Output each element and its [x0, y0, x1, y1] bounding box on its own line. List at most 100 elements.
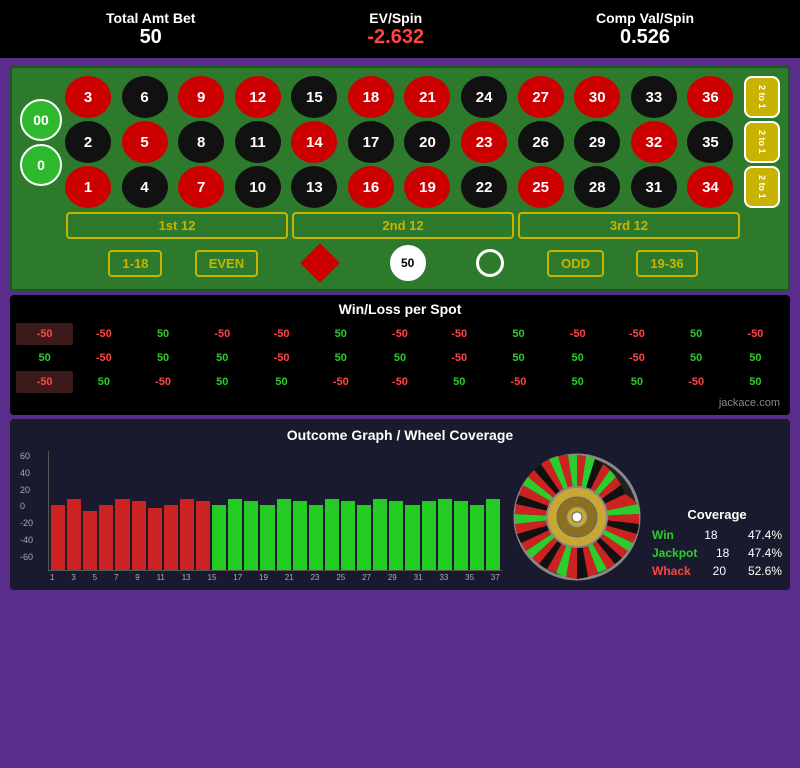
wl-r1c8: -50: [431, 323, 488, 345]
wl-r1c10: -50: [549, 323, 606, 345]
wl-r1c9: 50: [490, 323, 547, 345]
wl-r2c9: 50: [490, 347, 547, 369]
bar-9: [180, 499, 194, 570]
bar-2: [67, 499, 81, 570]
num-7[interactable]: 7: [178, 166, 224, 208]
outcome-title: Outcome Graph / Wheel Coverage: [18, 427, 782, 443]
bar-5: [115, 499, 129, 570]
num-16[interactable]: 16: [348, 166, 394, 208]
bet-odd[interactable]: ODD: [547, 250, 604, 277]
wl-r1c13: -50: [727, 323, 784, 345]
num-4[interactable]: 4: [122, 166, 168, 208]
bet-19-36[interactable]: 19-36: [636, 250, 697, 277]
num-30[interactable]: 30: [574, 76, 620, 118]
bet-even[interactable]: EVEN: [195, 250, 258, 277]
num-34[interactable]: 34: [687, 166, 733, 208]
roulette-wheel: [512, 452, 642, 582]
two-to-one-bot[interactable]: 2 to 1: [744, 166, 780, 208]
wl-r2c1: 50: [16, 347, 73, 369]
bar-13: [244, 501, 258, 570]
wl-r3c1: -50: [16, 371, 73, 393]
num-13[interactable]: 13: [291, 166, 337, 208]
num-17[interactable]: 17: [348, 121, 394, 163]
jackace-label: jackace.com: [16, 397, 784, 409]
two-to-one-mid[interactable]: 2 to 1: [744, 121, 780, 163]
num-20[interactable]: 20: [404, 121, 450, 163]
bar-19: [341, 501, 355, 570]
win-loss-section: Win/Loss per Spot -50 -50 50 -50 -50 50 …: [10, 295, 790, 415]
wl-r3c3: -50: [134, 371, 191, 393]
coverage-whack-count: 20: [713, 564, 726, 578]
num-12[interactable]: 12: [235, 76, 281, 118]
num-6[interactable]: 6: [122, 76, 168, 118]
roulette-table: 00 0 3 6 9 12 15 18 21 24 27 30 33 36 2 …: [10, 66, 790, 291]
wl-r3c7: -50: [371, 371, 428, 393]
red-diamond[interactable]: [301, 243, 341, 283]
num-29[interactable]: 29: [574, 121, 620, 163]
num-18[interactable]: 18: [348, 76, 394, 118]
bar-21: [373, 499, 387, 570]
coverage-whack-pct: 52.6%: [748, 564, 782, 578]
comp-val-section: Comp Val/Spin 0.526: [596, 10, 694, 49]
bet-1-18[interactable]: 1-18: [108, 250, 162, 277]
coverage-jackpot-row: Jackpot 18 47.4%: [652, 546, 782, 560]
bar-18: [325, 499, 339, 570]
coverage-title: Coverage: [652, 507, 782, 522]
bar-20: [357, 505, 371, 570]
num-15[interactable]: 15: [291, 76, 337, 118]
num-28[interactable]: 28: [574, 166, 620, 208]
zero-0[interactable]: 0: [20, 144, 62, 186]
num-31[interactable]: 31: [631, 166, 677, 208]
bar-1: [51, 505, 65, 570]
bar-7: [148, 508, 162, 570]
num-14[interactable]: 14: [291, 121, 337, 163]
num-35[interactable]: 35: [687, 121, 733, 163]
wl-r2c6: 50: [312, 347, 369, 369]
third-dozen[interactable]: 3rd 12: [518, 212, 740, 239]
coverage-win-label: Win: [652, 528, 674, 542]
num-22[interactable]: 22: [461, 166, 507, 208]
bar-12: [228, 499, 242, 570]
num-32[interactable]: 32: [631, 121, 677, 163]
num-21[interactable]: 21: [404, 76, 450, 118]
two-to-one-col: 2 to 1 2 to 1 2 to 1: [744, 76, 780, 208]
coverage-jackpot-pct: 47.4%: [748, 546, 782, 560]
num-9[interactable]: 9: [178, 76, 224, 118]
bar-28: [486, 499, 500, 570]
num-24[interactable]: 24: [461, 76, 507, 118]
num-1[interactable]: 1: [65, 166, 111, 208]
num-2[interactable]: 2: [65, 121, 111, 163]
num-11[interactable]: 11: [235, 121, 281, 163]
zero-00[interactable]: 00: [20, 99, 62, 141]
bottom-bets: 1-18 EVEN 50 ODD 19-36: [20, 245, 780, 281]
total-amt-bet-section: Total Amt Bet 50: [106, 10, 195, 49]
outcome-content: 6040200-20-40-60: [18, 451, 782, 582]
num-5[interactable]: 5: [122, 121, 168, 163]
first-dozen[interactable]: 1st 12: [66, 212, 288, 239]
num-8[interactable]: 8: [178, 121, 224, 163]
two-to-one-top[interactable]: 2 to 1: [744, 76, 780, 118]
num-19[interactable]: 19: [404, 166, 450, 208]
num-10[interactable]: 10: [235, 166, 281, 208]
bar-chart-wrapper: 6040200-20-40-60: [48, 451, 502, 582]
chip-50[interactable]: 50: [390, 245, 426, 281]
second-dozen[interactable]: 2nd 12: [292, 212, 514, 239]
num-23[interactable]: 23: [461, 121, 507, 163]
num-33[interactable]: 33: [631, 76, 677, 118]
wl-r2c5: -50: [253, 347, 310, 369]
bar-23: [405, 505, 419, 570]
wl-r1c5: -50: [253, 323, 310, 345]
wl-r3c8: 50: [431, 371, 488, 393]
bar-8: [164, 505, 178, 570]
wl-r1c11: -50: [608, 323, 665, 345]
wl-r1c12: 50: [668, 323, 725, 345]
x-axis-labels: 135791113151719212325272931333537: [48, 571, 502, 582]
num-25[interactable]: 25: [518, 166, 564, 208]
num-3[interactable]: 3: [65, 76, 111, 118]
comp-val-label: Comp Val/Spin: [596, 10, 694, 26]
num-36[interactable]: 36: [687, 76, 733, 118]
bar-11: [212, 505, 226, 570]
number-grid: 3 6 9 12 15 18 21 24 27 30 33 36 2 5 8 1…: [65, 76, 741, 208]
num-26[interactable]: 26: [518, 121, 564, 163]
num-27[interactable]: 27: [518, 76, 564, 118]
